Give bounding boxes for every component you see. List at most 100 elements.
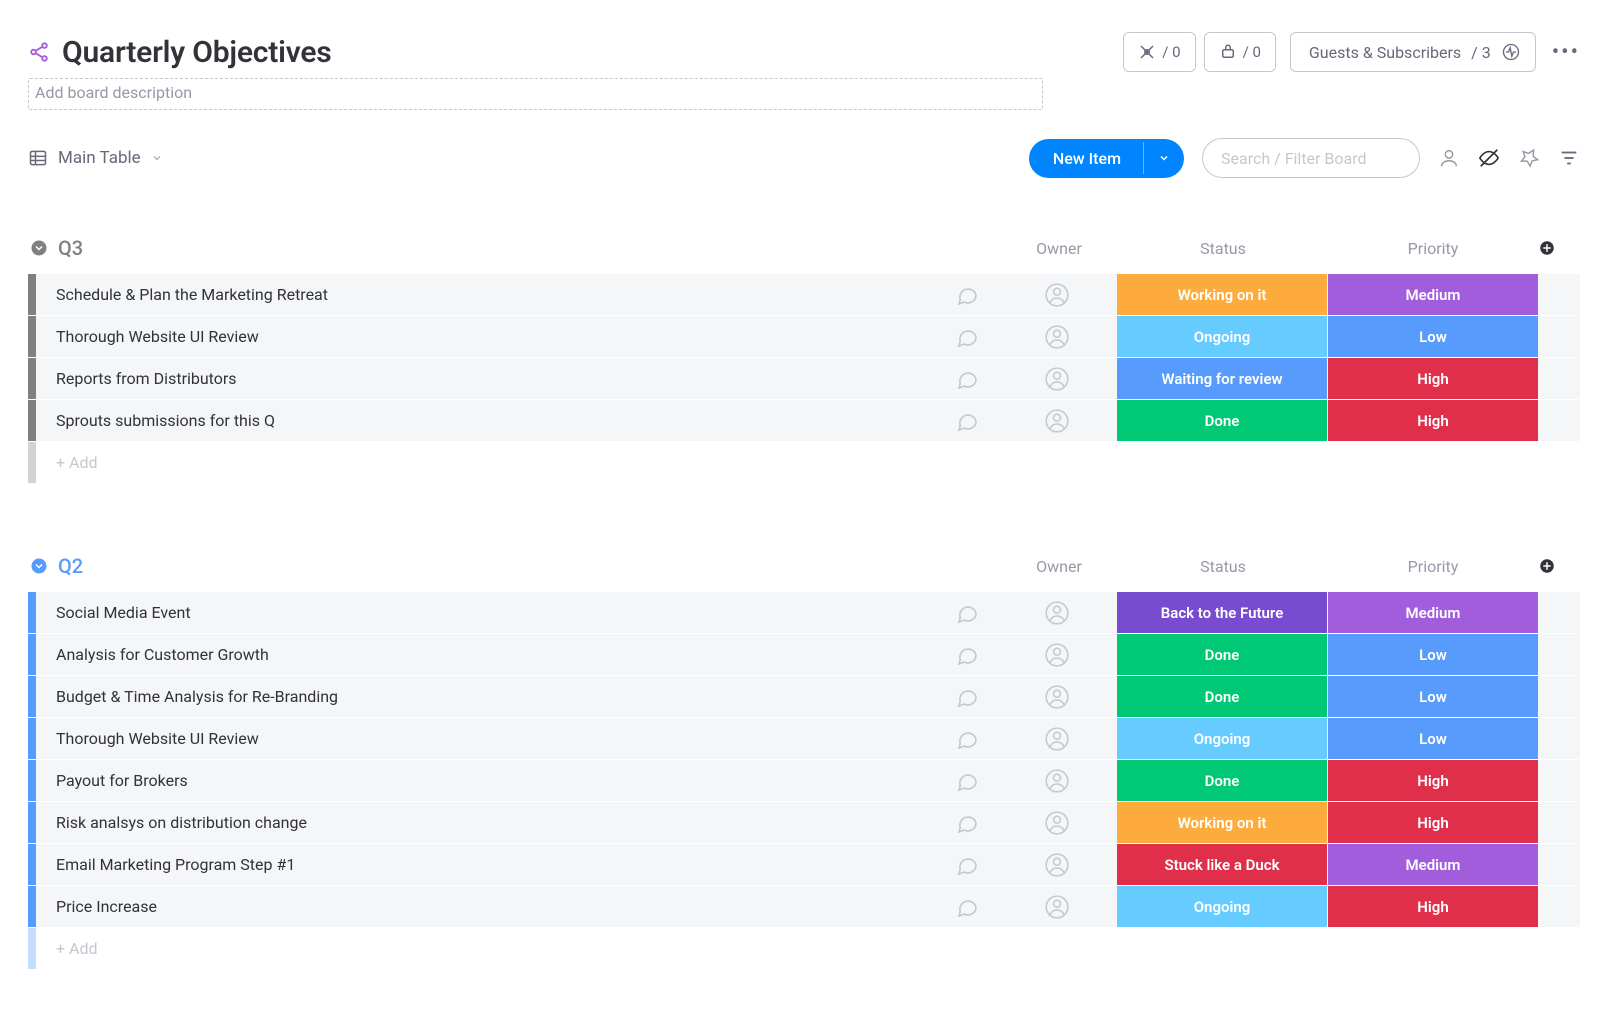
status-cell[interactable]: Done	[1117, 400, 1327, 441]
chat-icon[interactable]	[936, 592, 998, 633]
column-header-priority[interactable]: Priority	[1328, 557, 1538, 576]
column-header-status[interactable]: Status	[1118, 239, 1328, 258]
owner-cell[interactable]	[998, 316, 1116, 357]
priority-cell[interactable]: Low	[1328, 676, 1538, 717]
column-header-status[interactable]: Status	[1118, 557, 1328, 576]
priority-cell[interactable]: High	[1328, 802, 1538, 843]
new-item-dropdown[interactable]	[1143, 142, 1184, 174]
column-header-owner[interactable]: Owner	[1000, 557, 1118, 576]
item-name-cell[interactable]: Thorough Website UI Review	[36, 316, 936, 357]
table-row[interactable]: Payout for Brokers Done High	[28, 760, 1580, 802]
board-description-input[interactable]: Add board description	[28, 78, 1043, 110]
search-input[interactable]: Search / Filter Board	[1202, 138, 1420, 178]
priority-cell[interactable]: High	[1328, 760, 1538, 801]
item-name-cell[interactable]: Risk analsys on distribution change	[36, 802, 936, 843]
table-row[interactable]: Thorough Website UI Review Ongoing Low	[28, 316, 1580, 358]
chat-icon[interactable]	[936, 844, 998, 885]
status-cell[interactable]: Ongoing	[1117, 886, 1327, 927]
owner-cell[interactable]	[998, 676, 1116, 717]
sort-filter-button[interactable]	[1558, 147, 1580, 169]
table-row[interactable]: Schedule & Plan the Marketing Retreat Wo…	[28, 274, 1580, 316]
owner-cell[interactable]	[998, 844, 1116, 885]
owner-cell[interactable]	[998, 358, 1116, 399]
item-name-cell[interactable]: Social Media Event	[36, 592, 936, 633]
owner-cell[interactable]	[998, 592, 1116, 633]
chat-icon[interactable]	[936, 274, 998, 315]
group-title[interactable]: Q2	[58, 554, 83, 578]
column-header-owner[interactable]: Owner	[1000, 239, 1118, 258]
status-cell[interactable]: Done	[1117, 634, 1327, 675]
chat-icon[interactable]	[936, 676, 998, 717]
new-item-button[interactable]: New Item	[1029, 139, 1184, 178]
item-name-cell[interactable]: Thorough Website UI Review	[36, 718, 936, 759]
table-row[interactable]: Social Media Event Back to the Future Me…	[28, 592, 1580, 634]
add-item-label[interactable]: + Add	[36, 442, 1580, 483]
priority-cell[interactable]: Medium	[1328, 844, 1538, 885]
table-row[interactable]: Reports from Distributors Waiting for re…	[28, 358, 1580, 400]
status-cell[interactable]: Ongoing	[1117, 718, 1327, 759]
automations-button[interactable]: / 0	[1123, 32, 1195, 72]
priority-cell[interactable]: Low	[1328, 316, 1538, 357]
add-item-label[interactable]: + Add	[36, 928, 1580, 969]
chat-icon[interactable]	[936, 760, 998, 801]
chat-icon[interactable]	[936, 802, 998, 843]
item-name-cell[interactable]: Sprouts submissions for this Q	[36, 400, 936, 441]
group-title[interactable]: Q3	[58, 236, 83, 260]
item-name-cell[interactable]: Reports from Distributors	[36, 358, 936, 399]
chat-icon[interactable]	[936, 316, 998, 357]
board-title[interactable]: Quarterly Objectives	[62, 35, 332, 70]
share-icon[interactable]	[28, 41, 50, 63]
owner-cell[interactable]	[998, 634, 1116, 675]
item-name-cell[interactable]: Schedule & Plan the Marketing Retreat	[36, 274, 936, 315]
priority-cell[interactable]: High	[1328, 358, 1538, 399]
group-collapse-toggle[interactable]	[28, 555, 50, 577]
status-cell[interactable]: Working on it	[1117, 802, 1327, 843]
status-cell[interactable]: Working on it	[1117, 274, 1327, 315]
chat-icon[interactable]	[936, 718, 998, 759]
pin-button[interactable]	[1518, 147, 1540, 169]
owner-cell[interactable]	[998, 400, 1116, 441]
priority-cell[interactable]: Low	[1328, 718, 1538, 759]
add-item-row[interactable]: + Add	[28, 928, 1580, 970]
add-column-button[interactable]	[1538, 557, 1580, 575]
status-cell[interactable]: Back to the Future	[1117, 592, 1327, 633]
hide-columns-button[interactable]	[1478, 147, 1500, 169]
priority-cell[interactable]: Low	[1328, 634, 1538, 675]
add-column-button[interactable]	[1538, 239, 1580, 257]
group-collapse-toggle[interactable]	[28, 237, 50, 259]
owner-cell[interactable]	[998, 274, 1116, 315]
chat-icon[interactable]	[936, 358, 998, 399]
owner-cell[interactable]	[998, 760, 1116, 801]
item-name-cell[interactable]: Email Marketing Program Step #1	[36, 844, 936, 885]
column-header-priority[interactable]: Priority	[1328, 239, 1538, 258]
status-cell[interactable]: Done	[1117, 760, 1327, 801]
table-row[interactable]: Analysis for Customer Growth Done Low	[28, 634, 1580, 676]
priority-cell[interactable]: Medium	[1328, 592, 1538, 633]
table-row[interactable]: Email Marketing Program Step #1 Stuck li…	[28, 844, 1580, 886]
table-row[interactable]: Sprouts submissions for this Q Done High	[28, 400, 1580, 442]
chat-icon[interactable]	[936, 634, 998, 675]
priority-cell[interactable]: High	[1328, 886, 1538, 927]
item-name-cell[interactable]: Analysis for Customer Growth	[36, 634, 936, 675]
owner-cell[interactable]	[998, 718, 1116, 759]
add-item-row[interactable]: + Add	[28, 442, 1580, 484]
more-menu-button[interactable]: •••	[1552, 40, 1580, 65]
status-cell[interactable]: Waiting for review	[1117, 358, 1327, 399]
person-filter-button[interactable]	[1438, 147, 1460, 169]
table-row[interactable]: Risk analsys on distribution change Work…	[28, 802, 1580, 844]
chat-icon[interactable]	[936, 400, 998, 441]
integrations-button[interactable]: / 0	[1204, 32, 1276, 72]
table-row[interactable]: Thorough Website UI Review Ongoing Low	[28, 718, 1580, 760]
table-row[interactable]: Budget & Time Analysis for Re-Branding D…	[28, 676, 1580, 718]
status-cell[interactable]: Stuck like a Duck	[1117, 844, 1327, 885]
item-name-cell[interactable]: Payout for Brokers	[36, 760, 936, 801]
status-cell[interactable]: Done	[1117, 676, 1327, 717]
priority-cell[interactable]: Medium	[1328, 274, 1538, 315]
status-cell[interactable]: Ongoing	[1117, 316, 1327, 357]
view-selector[interactable]: Main Table	[28, 148, 163, 168]
guests-subscribers-button[interactable]: Guests & Subscribers / 3	[1290, 32, 1536, 72]
priority-cell[interactable]: High	[1328, 400, 1538, 441]
chat-icon[interactable]	[936, 886, 998, 927]
item-name-cell[interactable]: Price Increase	[36, 886, 936, 927]
owner-cell[interactable]	[998, 886, 1116, 927]
